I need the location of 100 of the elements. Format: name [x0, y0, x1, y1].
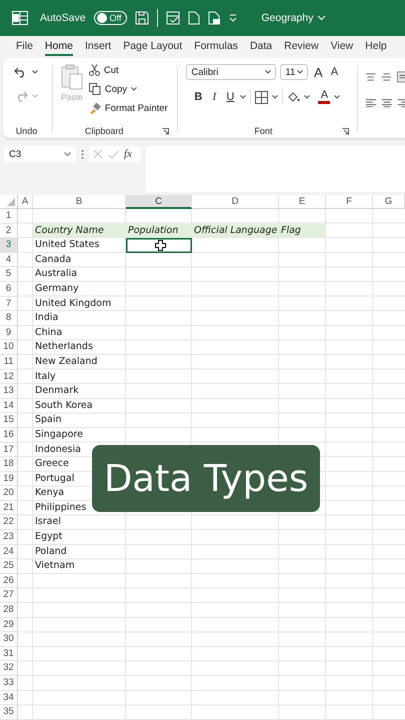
font-name-field[interactable]: Calibri — [186, 64, 276, 80]
caret-icon[interactable] — [272, 95, 278, 99]
dialog-launcher-icon[interactable] — [342, 128, 350, 134]
row-header[interactable]: 21 — [0, 500, 18, 516]
caret-icon[interactable] — [240, 95, 246, 99]
grow-font-button[interactable]: A — [312, 64, 324, 80]
table-cell-text: South Korea — [34, 398, 94, 413]
row-header[interactable]: 2 — [0, 224, 18, 238]
autosave-toggle[interactable]: Off — [94, 11, 128, 25]
document-title[interactable]: Geography — [261, 12, 326, 24]
menu-tab[interactable]: Home — [44, 38, 73, 56]
copy-button[interactable]: Copy — [88, 81, 168, 97]
format-painter-button[interactable]: Format Painter — [88, 100, 168, 116]
row-header[interactable]: 31 — [0, 646, 18, 662]
caret-icon — [297, 70, 304, 74]
row-header[interactable]: 16 — [0, 428, 18, 442]
row-header[interactable]: 4 — [0, 252, 18, 268]
column-header[interactable]: B — [33, 195, 126, 209]
column-header[interactable]: F — [326, 195, 373, 209]
row-header[interactable]: 24 — [0, 544, 18, 560]
table-cell: Official Language — [192, 224, 279, 238]
name-box[interactable]: C3 — [4, 146, 76, 162]
caret-icon — [64, 152, 71, 156]
document-print-icon[interactable] — [208, 11, 222, 25]
italic-button[interactable]: I — [208, 91, 220, 103]
row-header[interactable]: 3 — [0, 238, 18, 253]
row-header[interactable]: 34 — [0, 690, 18, 706]
row-header[interactable]: 7 — [0, 296, 18, 312]
caption-banner: Data Types — [92, 445, 320, 512]
caret-icon[interactable] — [304, 95, 310, 99]
underline-button[interactable]: U — [224, 91, 236, 103]
chevron-down-icon — [317, 15, 326, 21]
customize-caret-icon[interactable] — [229, 14, 238, 22]
borders-icon[interactable] — [255, 90, 268, 104]
menu-tab[interactable]: Insert — [84, 38, 112, 56]
save-icon[interactable] — [135, 11, 150, 25]
menu-tab[interactable]: Formulas — [194, 38, 238, 56]
row-header[interactable]: 1 — [0, 209, 18, 224]
table-cell-text: United States — [34, 238, 100, 252]
row-header[interactable]: 19 — [0, 472, 18, 486]
new-document-icon[interactable] — [188, 11, 200, 25]
table-cell-text: China — [34, 326, 64, 340]
menu-tab[interactable]: Review — [284, 38, 319, 56]
table-cell-text: Italy — [34, 370, 57, 384]
menu-tab[interactable]: Data — [250, 38, 272, 56]
column-header[interactable]: G — [373, 195, 405, 209]
font-color-button[interactable]: A — [318, 90, 330, 104]
align-bottom-icon[interactable] — [397, 70, 405, 84]
table-cell-text: Singapore — [34, 428, 84, 442]
table-cell-text: Philippines — [34, 500, 88, 515]
table-cell: Population — [126, 224, 192, 238]
paint-bucket-icon[interactable] — [287, 91, 300, 103]
bold-button[interactable]: B — [192, 91, 204, 103]
table-cell-text: Israel — [34, 515, 62, 530]
group-label: Font — [254, 126, 272, 136]
row-header[interactable]: 6 — [0, 282, 18, 297]
row-header[interactable]: 35 — [0, 705, 18, 720]
more-options-icon[interactable] — [81, 150, 84, 159]
column-header[interactable]: D — [192, 195, 279, 209]
caret-icon — [265, 70, 272, 74]
caret-icon[interactable] — [334, 95, 340, 99]
row-header[interactable]: 17 — [0, 442, 18, 458]
column-header[interactable]: C — [126, 195, 192, 209]
caret-icon[interactable] — [32, 70, 38, 74]
selected-cell[interactable] — [126, 238, 192, 253]
menu-tab[interactable]: Page Layout — [123, 38, 182, 56]
table-cell-text: Spain — [34, 413, 63, 428]
font-size-field[interactable]: 11 — [280, 64, 308, 80]
column-header[interactable]: A — [18, 195, 33, 209]
dialog-launcher-icon[interactable] — [162, 128, 170, 134]
row-header[interactable]: 30 — [0, 632, 18, 647]
caret-icon — [131, 87, 138, 91]
row-header[interactable]: 14 — [0, 398, 18, 414]
row-header[interactable]: 12 — [0, 370, 18, 384]
insert-function-button[interactable]: fx — [124, 148, 132, 160]
align-middle-icon[interactable] — [382, 72, 392, 82]
table-cell: Flag — [279, 224, 326, 238]
row-header[interactable]: 26 — [0, 574, 18, 588]
row-header[interactable]: 9 — [0, 326, 18, 340]
cursor-icon — [154, 240, 166, 251]
align-center-icon[interactable] — [382, 98, 392, 108]
align-left-icon[interactable] — [366, 98, 376, 108]
row-header[interactable]: 29 — [0, 618, 18, 632]
align-right-icon[interactable] — [398, 98, 405, 108]
table-cell-text: Denmark — [34, 384, 80, 398]
table-cell-text: Kenya — [34, 486, 66, 500]
spreadsheet-logo-icon[interactable] — [12, 11, 28, 25]
row-header[interactable]: 11 — [0, 354, 18, 370]
paintbrush-icon — [88, 102, 101, 114]
table-cell-text: Vietnam — [34, 559, 76, 574]
menu-tab[interactable]: Help — [365, 38, 387, 56]
group-label: Clipboard — [84, 126, 124, 136]
cut-button[interactable]: Cut — [88, 62, 168, 78]
column-header[interactable]: E — [279, 195, 326, 209]
menu-tab[interactable]: File — [16, 38, 33, 56]
form-icon[interactable] — [166, 11, 180, 25]
align-top-icon[interactable] — [366, 72, 376, 82]
menu-tab[interactable]: View — [330, 38, 354, 56]
shrink-font-button[interactable]: A — [328, 66, 340, 78]
table-cell-text: Netherlands — [34, 340, 94, 354]
